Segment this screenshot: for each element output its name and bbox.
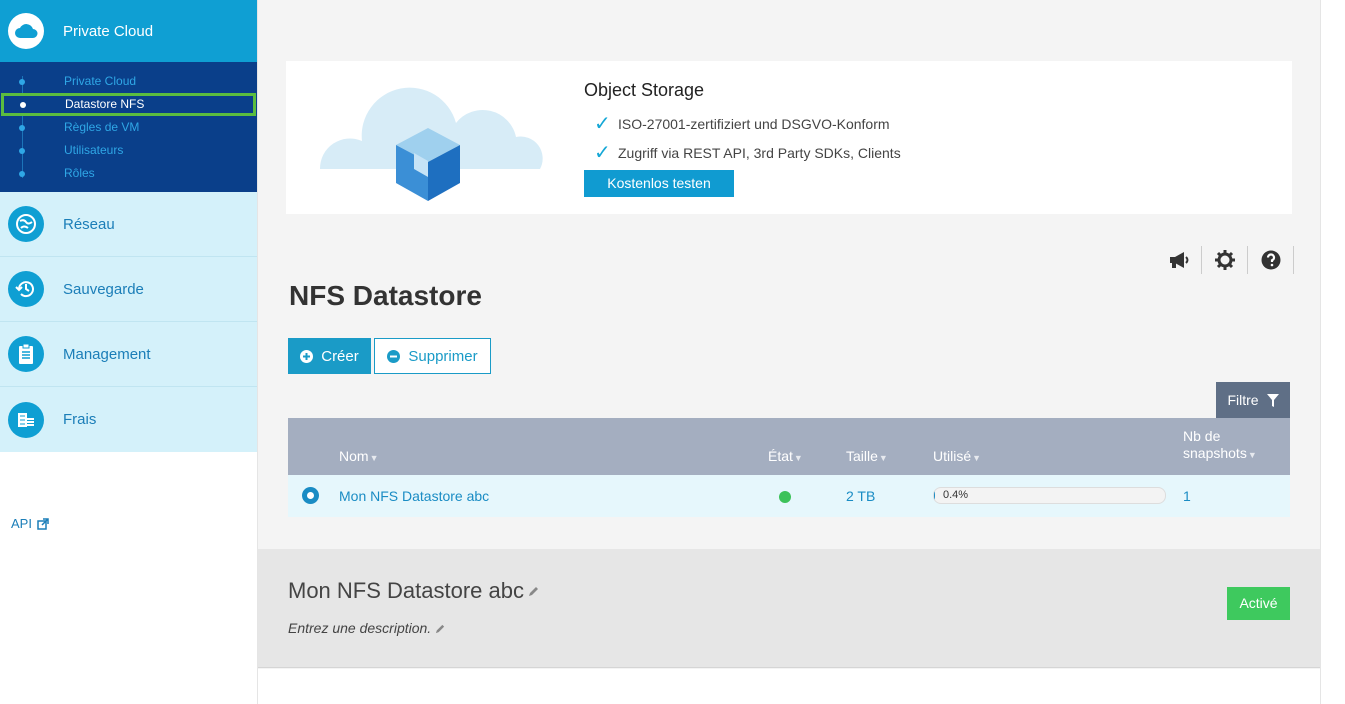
sidebar-section-management[interactable]: Management — [0, 322, 257, 387]
api-link[interactable]: API — [11, 516, 49, 531]
sidebar-item-label: Private Cloud — [64, 74, 137, 88]
sidebar-subnav: Private Cloud Datastore NFS Règles de VM… — [0, 62, 257, 192]
sidebar-item-datastore-nfs[interactable]: Datastore NFS — [1, 93, 256, 116]
gear-icon — [1214, 250, 1235, 270]
check-icon: ✓ — [594, 142, 611, 164]
external-link-icon — [37, 517, 49, 530]
datastore-size: 2 TB — [846, 488, 876, 504]
api-link-label: API — [11, 516, 32, 531]
status-badge: Activé — [1227, 587, 1290, 620]
detail-description: Entrez une description. — [288, 620, 446, 636]
sidebar-section-reseau[interactable]: Réseau — [0, 192, 257, 257]
sidebar-item-utilisateurs[interactable]: Utilisateurs — [0, 139, 257, 162]
main-content: Object Storage ✓ ISO-27001-zertifiziert … — [258, 0, 1320, 704]
right-scroll-gutter — [1320, 0, 1345, 704]
sidebar-sections: Réseau Sauvegarde Management Frais — [0, 192, 257, 452]
page-title: NFS Datastore — [289, 280, 482, 311]
globe-icon — [8, 206, 44, 242]
column-header-name[interactable]: Nom▼ — [339, 448, 378, 464]
detail-description-text: Entrez une description. — [288, 620, 432, 636]
datastore-table: Nom▼ État▼ Taille▼ Utilisé▼ Nb de snapsh… — [288, 418, 1290, 517]
cloud-icon — [8, 13, 44, 49]
sidebar-section-label: Frais — [63, 411, 97, 428]
sidebar-item-label: Rôles — [64, 166, 95, 180]
filter-button-label: Filtre — [1227, 392, 1259, 408]
plus-circle-icon — [300, 349, 314, 363]
banner-feature-text: Zugriff via REST API, 3rd Party SDKs, Cl… — [618, 144, 901, 161]
sort-caret-icon: ▼ — [369, 453, 379, 463]
detail-title: Mon NFS Datastore abc — [288, 578, 540, 604]
sidebar-item-label: Utilisateurs — [64, 143, 124, 157]
try-free-button[interactable]: Kostenlos testen — [584, 170, 734, 197]
sidebar-section-label: Private Cloud — [63, 22, 154, 40]
column-header-used[interactable]: Utilisé▼ — [933, 448, 981, 464]
sidebar-item-regles-vm[interactable]: Règles de VM — [0, 116, 257, 139]
coins-icon — [8, 401, 44, 438]
column-header-size[interactable]: Taille▼ — [846, 448, 888, 464]
promo-banner: Object Storage ✓ ISO-27001-zertifiziert … — [286, 61, 1292, 214]
status-active-icon — [779, 491, 791, 503]
content-footer-area — [258, 669, 1320, 704]
minus-circle-icon — [387, 349, 401, 363]
sidebar-item-private-cloud[interactable]: Private Cloud — [0, 70, 257, 93]
table-header: Nom▼ État▼ Taille▼ Utilisé▼ Nb de snapsh… — [288, 418, 1290, 475]
usage-progress-bar: 0.4% — [933, 487, 1166, 504]
banner-feature: ✓ ISO-27001-zertifiziert und DSGVO-Konfo… — [594, 111, 890, 136]
sidebar-section-label: Réseau — [63, 215, 115, 233]
sidebar-section-label: Management — [63, 345, 151, 363]
history-icon — [8, 271, 44, 307]
help-button[interactable] — [1248, 246, 1294, 274]
table-row[interactable]: Mon NFS Datastore abc 2 TB 0.4% 1 — [288, 475, 1290, 517]
banner-title: Object Storage — [584, 80, 705, 100]
clipboard-icon — [8, 336, 44, 372]
toolbar — [1156, 246, 1294, 274]
megaphone-icon — [1169, 252, 1188, 268]
announcement-button[interactable] — [1156, 246, 1202, 274]
detail-title-text: Mon NFS Datastore abc — [288, 578, 524, 603]
sort-caret-icon: ▼ — [972, 453, 982, 463]
delete-button[interactable]: Supprimer — [374, 338, 491, 374]
bullet-icon — [19, 148, 25, 154]
sidebar-item-label: Datastore NFS — [65, 97, 145, 111]
usage-progress-fill — [934, 488, 935, 503]
question-icon — [1261, 250, 1280, 270]
bullet-icon — [19, 125, 25, 131]
sidebar-item-label: Règles de VM — [64, 120, 140, 134]
sidebar: Private Cloud Private Cloud Datastore NF… — [0, 0, 258, 704]
bullet-icon — [19, 171, 25, 177]
filter-icon — [1266, 393, 1279, 407]
pencil-icon[interactable] — [528, 585, 540, 597]
object-storage-illustration — [319, 87, 543, 201]
create-button-label: Créer — [321, 347, 359, 365]
datastore-name-link[interactable]: Mon NFS Datastore abc — [339, 488, 489, 504]
sidebar-section-sauvegarde[interactable]: Sauvegarde — [0, 257, 257, 322]
sidebar-item-roles[interactable]: Rôles — [0, 162, 257, 185]
pencil-icon[interactable] — [435, 623, 446, 634]
sort-caret-icon: ▼ — [793, 453, 803, 463]
bullet-icon — [20, 102, 26, 108]
check-icon: ✓ — [594, 113, 611, 135]
banner-feature-text: ISO-27001-zertifiziert und DSGVO-Konform — [618, 115, 890, 132]
row-select-radio[interactable] — [302, 487, 319, 504]
sidebar-section-label: Sauvegarde — [63, 280, 144, 298]
datastore-detail-panel: Mon NFS Datastore abc Entrez une descrip… — [258, 549, 1320, 668]
snapshot-count-link[interactable]: 1 — [1183, 488, 1191, 504]
column-header-snapshots[interactable]: Nb de snapshots▼ — [1183, 428, 1257, 464]
sort-caret-icon: ▼ — [878, 453, 888, 463]
column-header-state[interactable]: État▼ — [768, 448, 803, 464]
create-button[interactable]: Créer — [288, 338, 371, 374]
settings-button[interactable] — [1202, 246, 1248, 274]
sidebar-section-private-cloud[interactable]: Private Cloud — [0, 0, 257, 62]
filter-button[interactable]: Filtre — [1216, 382, 1290, 418]
bullet-icon — [19, 79, 25, 85]
sidebar-section-frais[interactable]: Frais — [0, 387, 257, 452]
delete-button-label: Supprimer — [408, 347, 478, 365]
usage-progress-label: 0.4% — [943, 489, 969, 501]
banner-feature: ✓ Zugriff via REST API, 3rd Party SDKs, … — [594, 140, 901, 165]
sort-caret-icon: ▼ — [1247, 450, 1257, 460]
